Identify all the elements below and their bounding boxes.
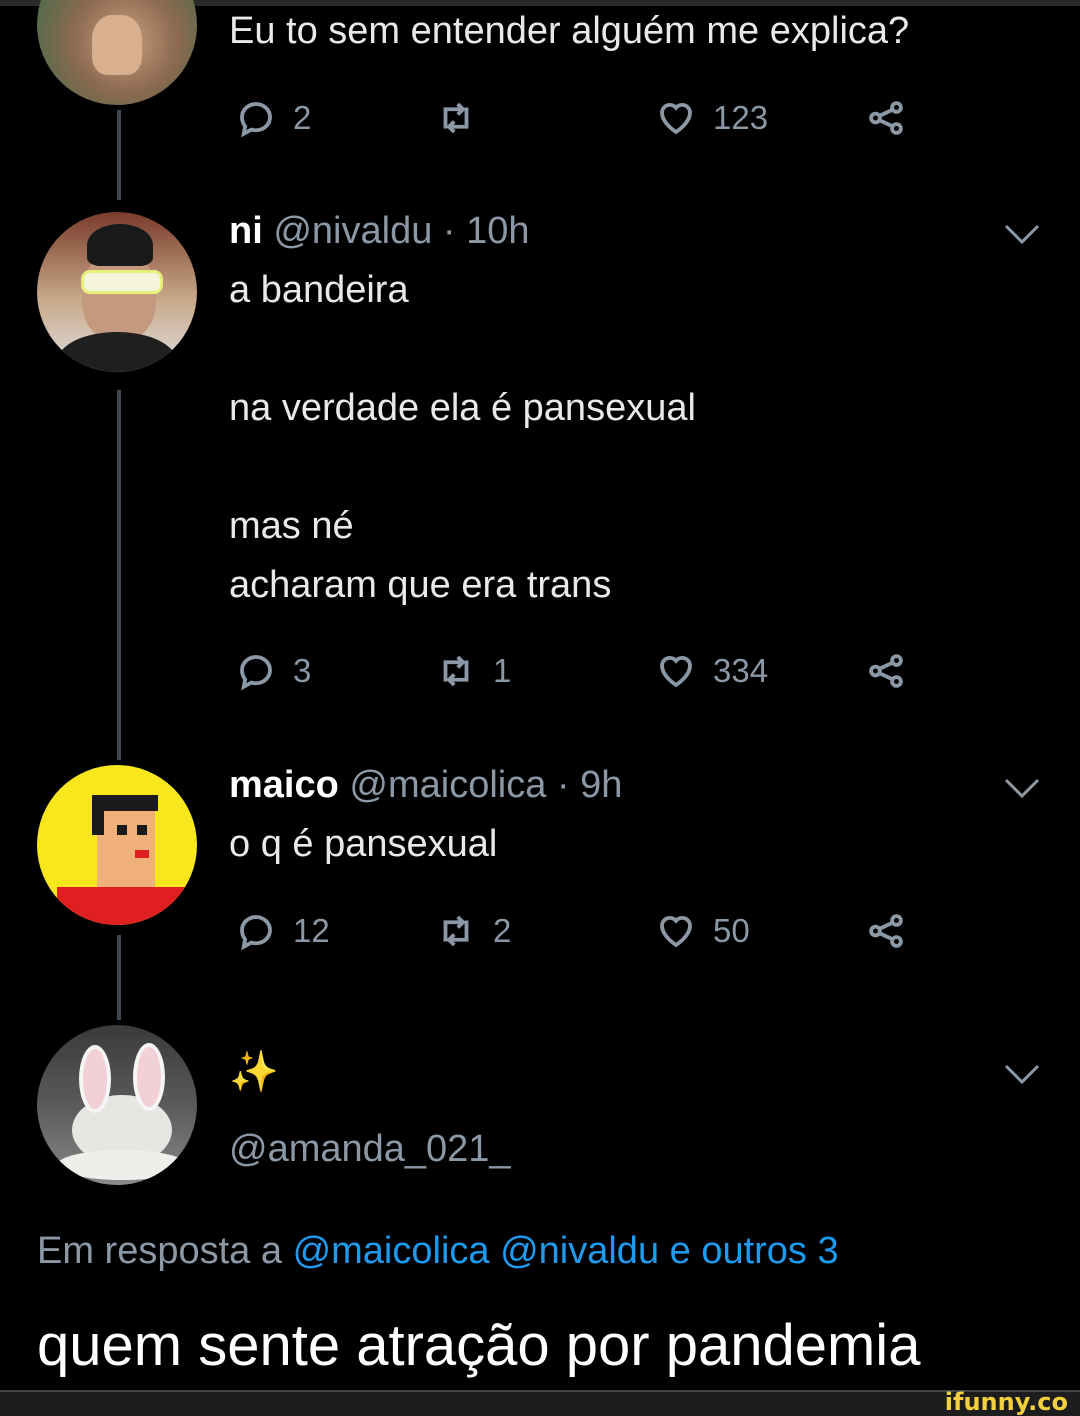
retweet-button[interactable]: 1	[435, 646, 511, 696]
avatar[interactable]	[37, 0, 197, 105]
username[interactable]: @maicolica	[349, 764, 546, 806]
thread-line	[117, 110, 121, 200]
reply-count: 3	[293, 652, 312, 689]
like-count: 123	[713, 99, 769, 136]
share-icon	[869, 654, 903, 688]
tweet-text-line: mas né	[229, 505, 354, 547]
display-name[interactable]: maico	[229, 764, 339, 806]
like-count: 50	[713, 912, 750, 949]
tweet-text: Eu to sem entender alguém me explica?	[229, 10, 910, 52]
reply-button[interactable]: 3	[235, 646, 311, 696]
heart-icon	[660, 103, 692, 135]
thread-line	[117, 390, 121, 760]
share-button[interactable]	[865, 93, 907, 143]
tweet-actions: 2 123	[235, 93, 925, 143]
reply-icon	[240, 102, 272, 138]
tweet-text: o q é pansexual	[229, 823, 498, 865]
chevron-down-icon[interactable]	[1002, 772, 1042, 802]
tweet-text-line: na verdade ela é pansexual	[229, 387, 696, 429]
retweet-count: 1	[493, 652, 512, 689]
retweet-button[interactable]	[435, 93, 493, 143]
display-name[interactable]: ni	[229, 210, 263, 252]
separator: ·	[546, 764, 581, 806]
chevron-down-icon[interactable]	[1002, 1058, 1042, 1088]
tweet-text: quem sente atração por pandemia	[37, 1313, 921, 1378]
share-button[interactable]	[865, 646, 907, 696]
reply-icon	[240, 655, 272, 691]
like-count: 334	[713, 652, 769, 689]
retweet-icon	[443, 915, 469, 947]
like-button[interactable]: 123	[655, 93, 768, 143]
reply-prefix: Em resposta a	[37, 1230, 293, 1272]
display-name-emoji[interactable]: ✨	[229, 1052, 279, 1092]
retweet-count: 2	[493, 912, 512, 949]
reply-mentions-link[interactable]: @maicolica @nivaldu e outros 3	[293, 1230, 839, 1272]
reply-count: 2	[293, 99, 312, 136]
username[interactable]: @nivaldu	[273, 210, 432, 252]
chevron-down-icon[interactable]	[1002, 218, 1042, 248]
tweet-header: ni @nivaldu · 10h	[229, 212, 530, 250]
thread-line	[117, 935, 121, 1020]
avatar[interactable]	[37, 1025, 197, 1185]
footer-bar	[0, 1390, 1080, 1416]
avatar[interactable]	[37, 212, 197, 372]
separator: ·	[432, 210, 467, 252]
timestamp[interactable]: 10h	[466, 210, 529, 252]
like-button[interactable]: 334	[655, 646, 768, 696]
tweet-text-line: acharam que era trans	[229, 564, 612, 606]
tweet-header: maico @maicolica · 9h	[229, 766, 622, 804]
reply-button[interactable]: 12	[235, 906, 330, 956]
tweet-text-line: a bandeira	[229, 269, 409, 311]
timestamp[interactable]: 9h	[580, 764, 622, 806]
username[interactable]: @amanda_021_	[229, 1130, 511, 1168]
retweet-icon	[443, 102, 469, 134]
reply-count: 12	[293, 912, 330, 949]
share-icon	[869, 101, 903, 135]
heart-icon	[660, 656, 692, 688]
reply-icon	[240, 915, 272, 951]
avatar[interactable]	[37, 765, 197, 925]
reply-button[interactable]: 2	[235, 93, 311, 143]
watermark: ifunny.co	[944, 1388, 1068, 1416]
tweet-actions: 12 2 50	[235, 906, 925, 956]
tweet-actions: 3 1 334	[235, 646, 925, 696]
retweet-button[interactable]: 2	[435, 906, 511, 956]
retweet-icon	[443, 655, 469, 687]
heart-icon	[660, 916, 692, 948]
share-icon	[869, 914, 903, 948]
reply-context: Em resposta a @maicolica @nivaldu e outr…	[37, 1230, 839, 1273]
share-button[interactable]	[865, 906, 907, 956]
like-button[interactable]: 50	[655, 906, 750, 956]
